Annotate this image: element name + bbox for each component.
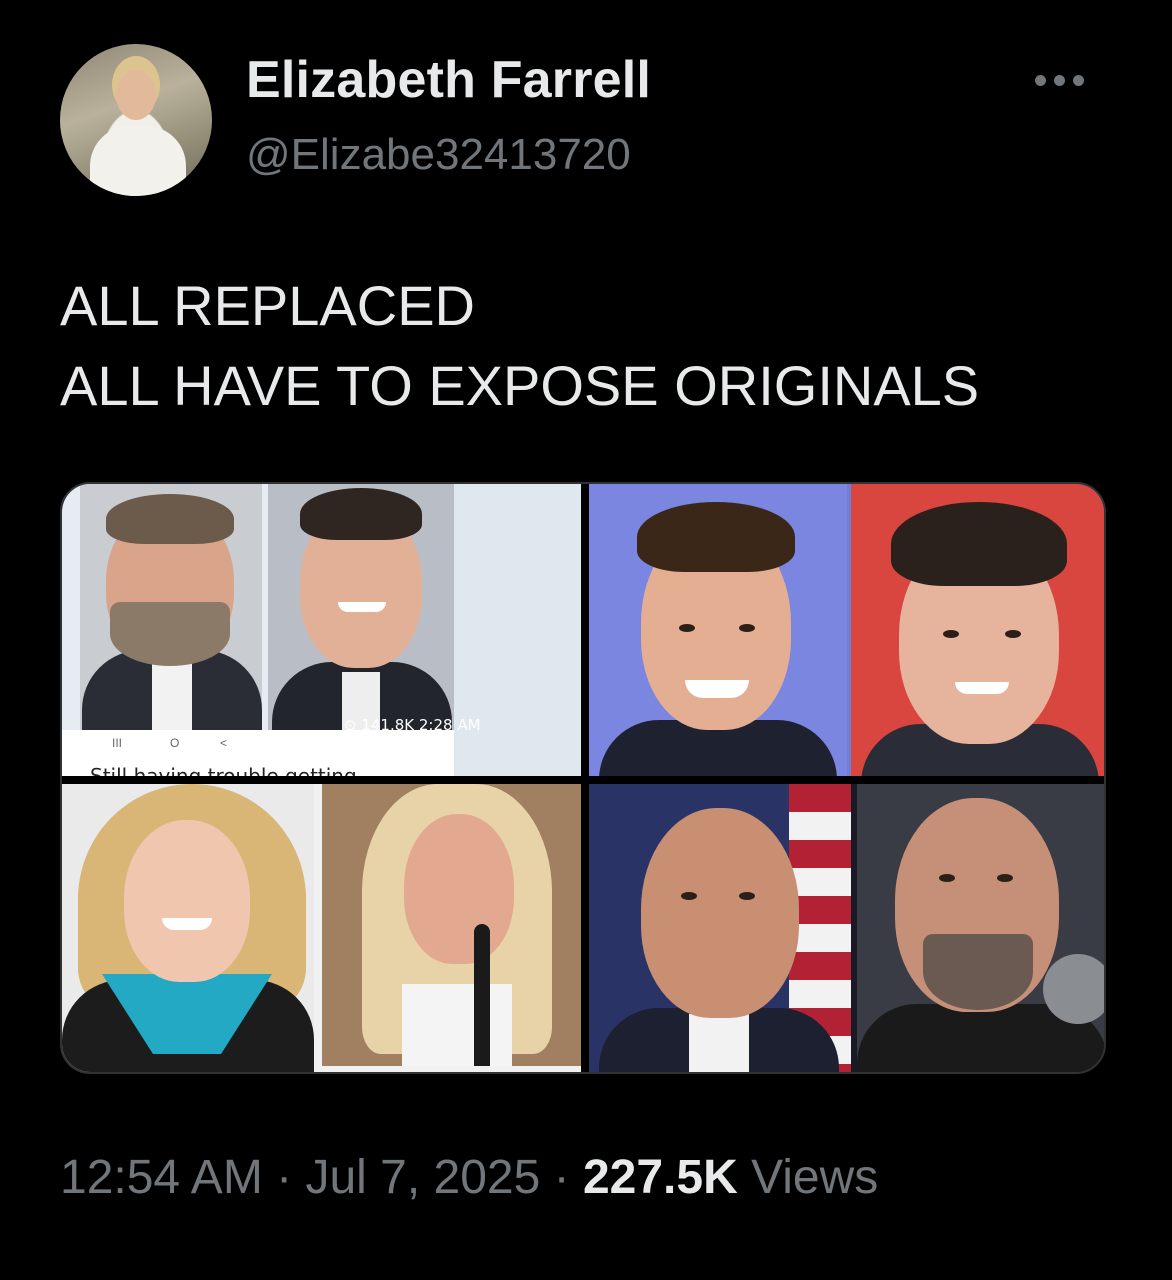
post-line-1: ALL REPLACED — [60, 274, 475, 337]
cropped-caption: Still having trouble getting — [90, 764, 357, 776]
views-label: Views — [737, 1151, 879, 1204]
media-image-1[interactable]: ⊙ 141.8K 2:28 AM III O < Still having tr… — [62, 484, 581, 776]
photo-red-bg-man — [851, 484, 1104, 776]
media-image-4[interactable] — [589, 784, 1104, 1072]
meta-separator: · — [540, 1151, 583, 1204]
post-text: ALL REPLACED ALL HAVE TO EXPOSE ORIGINAL… — [60, 266, 979, 426]
photo-left-man — [80, 484, 262, 730]
nav-home-icon: O — [170, 736, 180, 750]
post-meta: 12:54 AM · Jul 7, 2025 · 227.5K Views — [60, 1150, 878, 1205]
nav-recent-icon: III — [112, 736, 123, 750]
post-date[interactable]: Jul 7, 2025 — [305, 1151, 540, 1204]
more-options-button[interactable] — [1014, 60, 1104, 100]
post-media-grid[interactable]: ⊙ 141.8K 2:28 AM III O < Still having tr… — [60, 482, 1106, 1074]
more-horizontal-icon — [1034, 74, 1046, 86]
media-image-3[interactable] — [62, 784, 581, 1072]
avatar-body — [90, 126, 186, 196]
post-time[interactable]: 12:54 AM — [60, 1151, 263, 1204]
author-handle[interactable]: @Elizabe32413720 — [246, 130, 631, 180]
avatar-face — [116, 70, 156, 120]
nav-back-icon: < — [220, 736, 228, 750]
author-avatar[interactable] — [60, 44, 212, 196]
photo-blonde-woman-left — [62, 784, 314, 1072]
photo-blonde-woman-right — [322, 784, 581, 1066]
photo-mic-man — [857, 784, 1104, 1072]
meta-separator: · — [262, 1151, 306, 1204]
photo-right-man — [268, 484, 454, 730]
post-line-2: ALL HAVE TO EXPOSE ORIGINALS — [60, 354, 980, 417]
author-name[interactable]: Elizabeth Farrell — [246, 50, 651, 110]
photo-blue-bg-man — [589, 484, 847, 776]
media-image-2[interactable] — [589, 484, 1104, 776]
more-horizontal-icon — [1072, 74, 1084, 86]
views-count[interactable]: 227.5K — [583, 1151, 738, 1204]
photo-flag-bg-man — [589, 784, 851, 1072]
more-horizontal-icon — [1053, 74, 1065, 86]
